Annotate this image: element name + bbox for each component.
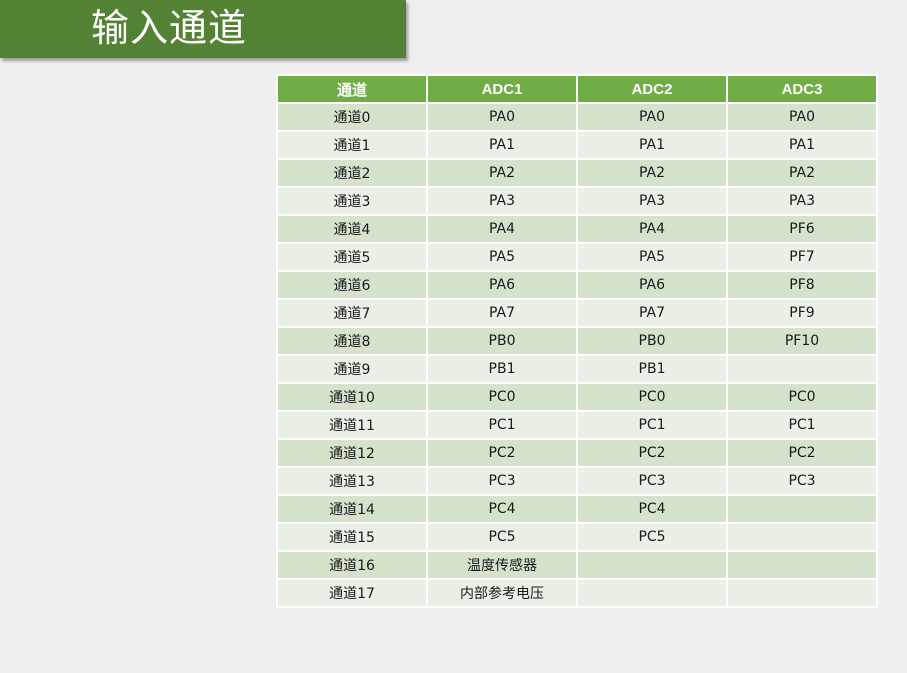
cell-channel: 通道5 <box>276 242 428 272</box>
cell-adc1: PA5 <box>426 242 578 272</box>
cell-adc1: PA1 <box>426 130 578 160</box>
cell-channel: 通道12 <box>276 438 428 468</box>
cell-adc2: PA4 <box>576 214 728 244</box>
table-row: 通道3 PA3 PA3 PA3 <box>276 186 878 216</box>
cell-channel: 通道3 <box>276 186 428 216</box>
table-row: 通道2 PA2 PA2 PA2 <box>276 158 878 188</box>
cell-adc1: PA3 <box>426 186 578 216</box>
cell-channel: 通道9 <box>276 354 428 384</box>
table-row: 通道8 PB0 PB0 PF10 <box>276 326 878 356</box>
header-adc1: ADC1 <box>426 74 578 104</box>
cell-adc3: PC1 <box>726 410 878 440</box>
cell-channel: 通道17 <box>276 578 428 608</box>
cell-adc1: PB1 <box>426 354 578 384</box>
cell-adc2: PB1 <box>576 354 728 384</box>
header-adc2: ADC2 <box>576 74 728 104</box>
cell-adc1: PC3 <box>426 466 578 496</box>
cell-adc2: PC2 <box>576 438 728 468</box>
cell-adc2 <box>576 550 728 580</box>
cell-adc3: PC2 <box>726 438 878 468</box>
cell-channel: 通道0 <box>276 102 428 132</box>
cell-adc3: PA3 <box>726 186 878 216</box>
cell-adc3: PA1 <box>726 130 878 160</box>
table-row: 通道13 PC3 PC3 PC3 <box>276 466 878 496</box>
cell-adc1: PC0 <box>426 382 578 412</box>
cell-adc2: PA6 <box>576 270 728 300</box>
title-banner: 输入通道 <box>0 0 406 58</box>
cell-adc2: PA0 <box>576 102 728 132</box>
header-channel: 通道 <box>276 74 428 104</box>
cell-adc3 <box>726 578 878 608</box>
cell-adc2: PA2 <box>576 158 728 188</box>
cell-adc2: PA1 <box>576 130 728 160</box>
cell-adc3: PA0 <box>726 102 878 132</box>
cell-adc1: PC4 <box>426 494 578 524</box>
cell-adc2: PC3 <box>576 466 728 496</box>
table-row: 通道9 PB1 PB1 <box>276 354 878 384</box>
cell-adc3: PC0 <box>726 382 878 412</box>
table-row: 通道4 PA4 PA4 PF6 <box>276 214 878 244</box>
cell-adc1: 温度传感器 <box>426 550 578 580</box>
cell-adc2: PC5 <box>576 522 728 552</box>
cell-adc2: PA5 <box>576 242 728 272</box>
cell-adc1: PC5 <box>426 522 578 552</box>
table-row: 通道10 PC0 PC0 PC0 <box>276 382 878 412</box>
cell-adc3: PF7 <box>726 242 878 272</box>
cell-channel: 通道15 <box>276 522 428 552</box>
cell-adc3 <box>726 354 878 384</box>
table-row: 通道11 PC1 PC1 PC1 <box>276 410 878 440</box>
table-row: 通道5 PA5 PA5 PF7 <box>276 242 878 272</box>
table-header-row: 通道 ADC1 ADC2 ADC3 <box>276 74 878 104</box>
cell-channel: 通道2 <box>276 158 428 188</box>
cell-adc3: PF6 <box>726 214 878 244</box>
cell-channel: 通道4 <box>276 214 428 244</box>
page-title: 输入通道 <box>91 6 248 50</box>
table-row: 通道1 PA1 PA1 PA1 <box>276 130 878 160</box>
cell-adc1: 内部参考电压 <box>426 578 578 608</box>
cell-adc2: PC1 <box>576 410 728 440</box>
cell-channel: 通道14 <box>276 494 428 524</box>
cell-adc3: PF8 <box>726 270 878 300</box>
cell-channel: 通道6 <box>276 270 428 300</box>
cell-adc2: PC0 <box>576 382 728 412</box>
cell-adc1: PA0 <box>426 102 578 132</box>
table-row: 通道6 PA6 PA6 PF8 <box>276 270 878 300</box>
cell-adc1: PC1 <box>426 410 578 440</box>
cell-adc2: PC4 <box>576 494 728 524</box>
cell-adc3: PA2 <box>726 158 878 188</box>
table-row: 通道15 PC5 PC5 <box>276 522 878 552</box>
cell-adc2: PA7 <box>576 298 728 328</box>
cell-adc3 <box>726 494 878 524</box>
table-row: 通道17 内部参考电压 <box>276 578 878 608</box>
cell-adc2: PA3 <box>576 186 728 216</box>
table-row: 通道7 PA7 PA7 PF9 <box>276 298 878 328</box>
cell-adc3: PC3 <box>726 466 878 496</box>
cell-adc2: PB0 <box>576 326 728 356</box>
cell-adc1: PA7 <box>426 298 578 328</box>
table-row: 通道0 PA0 PA0 PA0 <box>276 102 878 132</box>
header-adc3: ADC3 <box>726 74 878 104</box>
cell-channel: 通道16 <box>276 550 428 580</box>
cell-adc3: PF9 <box>726 298 878 328</box>
cell-channel: 通道1 <box>276 130 428 160</box>
cell-channel: 通道8 <box>276 326 428 356</box>
cell-adc3 <box>726 522 878 552</box>
cell-adc1: PA6 <box>426 270 578 300</box>
cell-adc1: PA2 <box>426 158 578 188</box>
cell-channel: 通道7 <box>276 298 428 328</box>
cell-adc1: PA4 <box>426 214 578 244</box>
adc-channel-table: 通道 ADC1 ADC2 ADC3 通道0 PA0 PA0 PA0 通道1 PA… <box>276 74 878 608</box>
table-row: 通道14 PC4 PC4 <box>276 494 878 524</box>
cell-channel: 通道10 <box>276 382 428 412</box>
cell-adc1: PB0 <box>426 326 578 356</box>
cell-adc3: PF10 <box>726 326 878 356</box>
cell-channel: 通道13 <box>276 466 428 496</box>
cell-adc2 <box>576 578 728 608</box>
table-row: 通道16 温度传感器 <box>276 550 878 580</box>
cell-channel: 通道11 <box>276 410 428 440</box>
table-row: 通道12 PC2 PC2 PC2 <box>276 438 878 468</box>
cell-adc3 <box>726 550 878 580</box>
cell-adc1: PC2 <box>426 438 578 468</box>
